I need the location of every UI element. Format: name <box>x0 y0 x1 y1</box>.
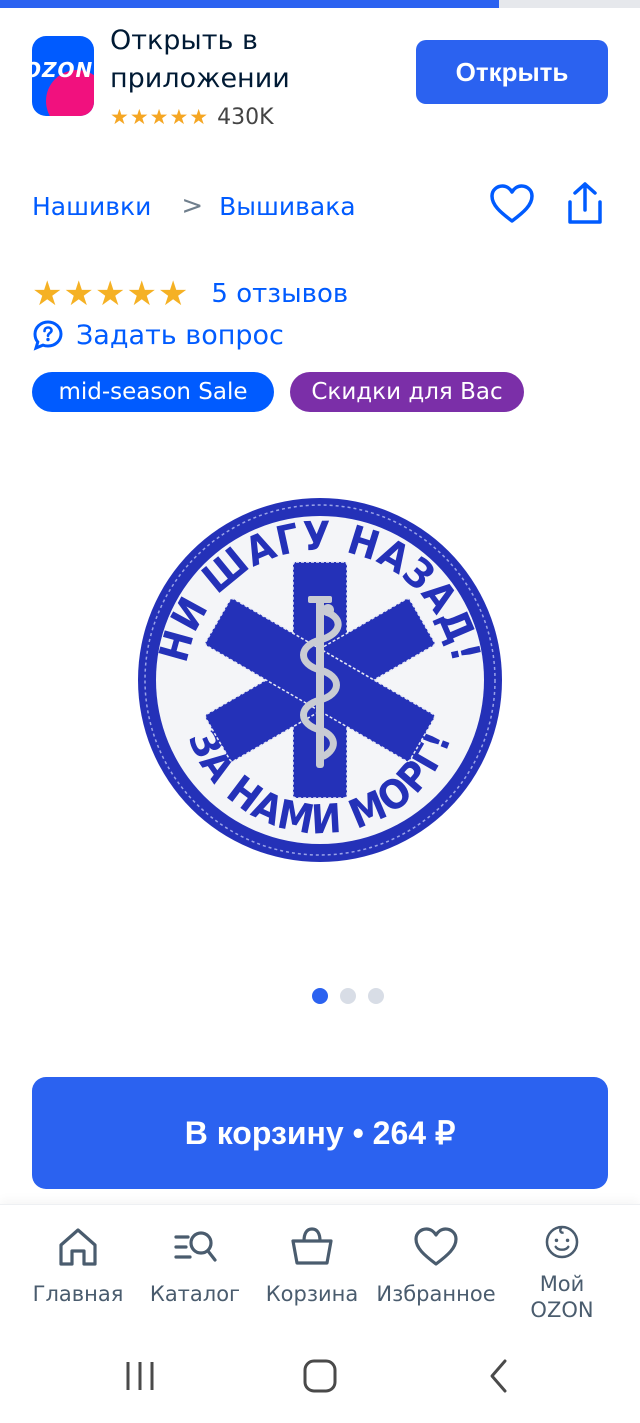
open-in-app-banner: OZON Открыть в приложении ★★★★★ 430K Отк… <box>0 8 640 138</box>
bottom-navigation: Главная Каталог Корзина Избранное Мой OZ… <box>0 1204 640 1326</box>
nav-label-favorites: Избранное <box>376 1282 496 1306</box>
product-image[interactable]: НИ ШАГУ НАЗАД! ЗА НАМИ МОРГ! <box>120 480 520 880</box>
ask-question-link[interactable]: Задать вопрос <box>32 314 284 356</box>
ask-question-label: Задать вопрос <box>76 319 284 351</box>
share-icon[interactable] <box>562 180 608 228</box>
nav-item-favorites[interactable]: Избранное <box>372 1223 500 1323</box>
home-button-icon[interactable] <box>300 1356 340 1396</box>
carousel-dot[interactable] <box>340 988 356 1004</box>
home-icon <box>59 1228 97 1266</box>
carousel-dot[interactable] <box>312 988 328 1004</box>
ozon-app-logo: OZON <box>32 36 94 116</box>
nav-item-catalog[interactable]: Каталог <box>131 1223 259 1323</box>
discounts-for-you-badge[interactable]: Скидки для Вас <box>290 372 524 412</box>
favorite-heart-icon[interactable] <box>488 180 536 228</box>
ozon-logo-text: OZON <box>32 58 94 82</box>
page-load-progress-fill <box>0 0 500 8</box>
mid-season-sale-badge[interactable]: mid-season Sale <box>32 372 274 412</box>
recent-apps-icon[interactable] <box>120 1356 160 1396</box>
breadcrumb-item-patches[interactable]: Нашивки <box>32 192 151 221</box>
reviews-link[interactable]: 5 отзывов <box>211 279 348 309</box>
heart-icon <box>414 1227 458 1266</box>
catalog-search-icon <box>174 1231 217 1262</box>
page-load-progress <box>0 0 640 8</box>
image-carousel-dots <box>312 988 384 1004</box>
nav-label-catalog: Каталог <box>149 1282 241 1306</box>
app-rating-count: 430K <box>217 104 274 130</box>
nav-item-cart[interactable]: Корзина <box>248 1223 376 1323</box>
product-rating[interactable]: ★★★★★ 5 отзывов <box>32 274 348 314</box>
system-navigation-bar <box>0 1326 640 1423</box>
nav-label-home: Главная <box>32 1282 124 1306</box>
app-rating-stars-icon: ★★★★★ <box>110 105 210 129</box>
breadcrumb: Нашивки > Вышивака <box>32 184 356 228</box>
app-rating: ★★★★★ 430K <box>110 102 274 132</box>
breadcrumb-item-brand[interactable]: Вышивака <box>219 192 356 221</box>
nav-label-my-ozon: Мой OZON <box>530 1272 594 1322</box>
basket-icon <box>291 1227 333 1265</box>
smiley-icon <box>545 1225 579 1259</box>
back-icon[interactable] <box>480 1356 520 1396</box>
nav-item-my-ozon[interactable]: Мой OZON <box>500 1223 624 1323</box>
rating-stars-icon: ★★★★★ <box>32 274 190 314</box>
add-to-cart-button[interactable]: В корзину • 264 ₽ <box>32 1077 608 1189</box>
question-bubble-icon <box>33 320 63 351</box>
nav-item-home[interactable]: Главная <box>14 1223 142 1323</box>
carousel-dot[interactable] <box>368 988 384 1004</box>
breadcrumb-separator-icon: > <box>181 191 204 221</box>
nav-label-cart: Корзина <box>265 1282 359 1306</box>
app-banner-title: Открыть в приложении <box>110 25 290 94</box>
open-app-button[interactable]: Открыть <box>416 40 608 104</box>
